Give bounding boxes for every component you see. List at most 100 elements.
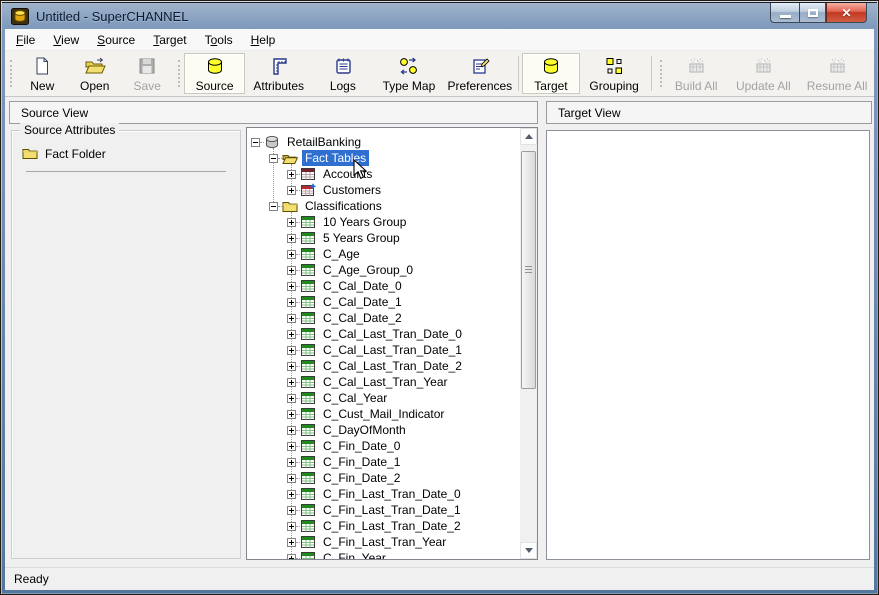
open-button[interactable]: Open [68,53,120,94]
tree-item-customers[interactable]: Customers [247,182,520,198]
table-green-icon [300,215,316,229]
tree-item-c-cal-last-tran-date-1[interactable]: C_Cal_Last_Tran_Date_1 [247,342,520,358]
tree-item-c-cal-last-tran-date-2[interactable]: C_Cal_Last_Tran_Date_2 [247,358,520,374]
maximize-button[interactable] [799,3,826,23]
logs-button[interactable]: Logs [313,53,373,94]
grouping-button[interactable]: Grouping [580,53,648,94]
tree-item-c-cal-date-1[interactable]: C_Cal_Date_1 [247,294,520,310]
table-green-icon [300,535,316,549]
plus-expander-icon[interactable] [287,394,296,403]
tree-item-c-age[interactable]: C_Age [247,246,520,262]
tree-item-c-fin-last-tran-date-2[interactable]: C_Fin_Last_Tran_Date_2 [247,518,520,534]
plus-expander-icon[interactable] [287,458,296,467]
type-map-button[interactable]: Type Map [373,53,445,94]
new-button[interactable]: New [16,53,68,94]
target-button[interactable]: Target [522,53,580,94]
scroll-down-button[interactable] [520,542,537,559]
tree-item-c-cal-date-2[interactable]: C_Cal_Date_2 [247,310,520,326]
source-button[interactable]: Source [184,53,244,94]
tree-item-c-cal-last-tran-date-0[interactable]: C_Cal_Last_Tran_Date_0 [247,326,520,342]
menu-tools[interactable]: Tools [196,29,242,50]
save-icon [137,56,157,79]
tree-item-c-cal-date-0[interactable]: C_Cal_Date_0 [247,278,520,294]
plus-expander-icon[interactable] [287,426,296,435]
tree-item-5-years-group[interactable]: 5 Years Group [247,230,520,246]
plus-expander-icon[interactable] [287,282,296,291]
plus-expander-icon[interactable] [287,522,296,531]
tree-item-c-dayofmonth[interactable]: C_DayOfMonth [247,422,520,438]
tree-item-c-fin-year[interactable]: C_Fin_Year [247,550,520,559]
tree-item-retailbanking[interactable]: RetailBanking [247,134,520,150]
plus-expander-icon[interactable] [287,234,296,243]
attribute-item-fact-folder[interactable]: Fact Folder [22,145,230,163]
close-button[interactable]: ✕ [826,3,867,23]
tree-item-label: C_DayOfMonth [320,422,409,438]
toolbar-button-label: Target [534,80,567,93]
tree-item-c-fin-last-tran-year[interactable]: C_Fin_Last_Tran_Year [247,534,520,550]
menu-help[interactable]: Help [242,29,285,50]
tree-item-classifications[interactable]: Classifications [247,198,520,214]
titlebar[interactable]: Untitled - SuperCHANNEL ✕ [2,2,877,29]
tree-item-label: 5 Years Group [320,230,403,246]
tree-item-c-fin-last-tran-date-0[interactable]: C_Fin_Last_Tran_Date_0 [247,486,520,502]
plus-expander-icon[interactable] [287,410,296,419]
db-icon [264,135,280,149]
minimize-button[interactable] [770,3,799,23]
plus-expander-icon[interactable] [287,170,296,179]
tree-item-c-fin-date-1[interactable]: C_Fin_Date_1 [247,454,520,470]
plus-expander-icon[interactable] [287,346,296,355]
source-attributes-group: Source Attributes Fact Folder [11,130,241,559]
minus-expander-icon[interactable] [251,138,260,147]
tree-item-fact-tables[interactable]: Fact Tables [247,150,520,166]
plus-expander-icon[interactable] [287,474,296,483]
menu-file[interactable]: File [7,29,44,50]
tree-item-accounts[interactable]: Accounts [247,166,520,182]
attributes-button[interactable]: Attributes [245,53,313,94]
tree-item-c-fin-last-tran-date-1[interactable]: C_Fin_Last_Tran_Date_1 [247,502,520,518]
minus-expander-icon[interactable] [269,202,278,211]
tree-item-c-fin-date-0[interactable]: C_Fin_Date_0 [247,438,520,454]
tree-item-10-years-group[interactable]: 10 Years Group [247,214,520,230]
plus-expander-icon[interactable] [287,378,296,387]
buildall-icon [753,56,773,79]
plus-expander-icon[interactable] [287,298,296,307]
table-maroon-icon [300,167,316,181]
plus-expander-icon[interactable] [287,442,296,451]
tree-scrollbar[interactable] [520,128,537,559]
caption-buttons: ✕ [770,3,867,23]
tree-item-c-cust-mail-indicator[interactable]: C_Cust_Mail_Indicator [247,406,520,422]
plus-expander-icon[interactable] [287,538,296,547]
tree-item-label: 10 Years Group [320,214,409,230]
menu-view[interactable]: View [44,29,88,50]
plus-expander-icon[interactable] [287,266,296,275]
plus-expander-icon[interactable] [287,506,296,515]
plus-expander-icon[interactable] [287,330,296,339]
menu-target[interactable]: Target [144,29,195,50]
plus-expander-icon[interactable] [287,362,296,371]
source-view-title: Source View [21,106,88,120]
tree-item-c-cal-last-tran-year[interactable]: C_Cal_Last_Tran_Year [247,374,520,390]
scroll-grip-icon [525,266,532,274]
toolbar-grip[interactable] [178,60,180,87]
main-area: Source View Source Attributes Fact Folde… [5,97,874,567]
scroll-up-button[interactable] [520,128,537,145]
plus-expander-icon[interactable] [287,490,296,499]
tree-item-c-cal-year[interactable]: C_Cal_Year [247,390,520,406]
tree-item-c-age-group-0[interactable]: C_Age_Group_0 [247,262,520,278]
plus-expander-icon[interactable] [287,186,296,195]
tree-item-label: C_Fin_Year [320,550,389,559]
target-view-panel[interactable] [546,130,870,560]
plus-expander-icon[interactable] [287,218,296,227]
plus-expander-icon[interactable] [287,314,296,323]
minus-expander-icon[interactable] [269,154,278,163]
status-text: Ready [14,572,49,586]
preferences-button[interactable]: Preferences [445,53,515,94]
toolbar-grip[interactable] [660,60,662,87]
scrollbar-thumb[interactable] [521,151,536,389]
plus-expander-icon[interactable] [287,250,296,259]
plus-expander-icon[interactable] [287,554,296,560]
menu-source[interactable]: Source [88,29,144,50]
target-view-title: Target View [558,106,620,120]
toolbar-grip[interactable] [10,60,12,87]
tree-item-c-fin-date-2[interactable]: C_Fin_Date_2 [247,470,520,486]
